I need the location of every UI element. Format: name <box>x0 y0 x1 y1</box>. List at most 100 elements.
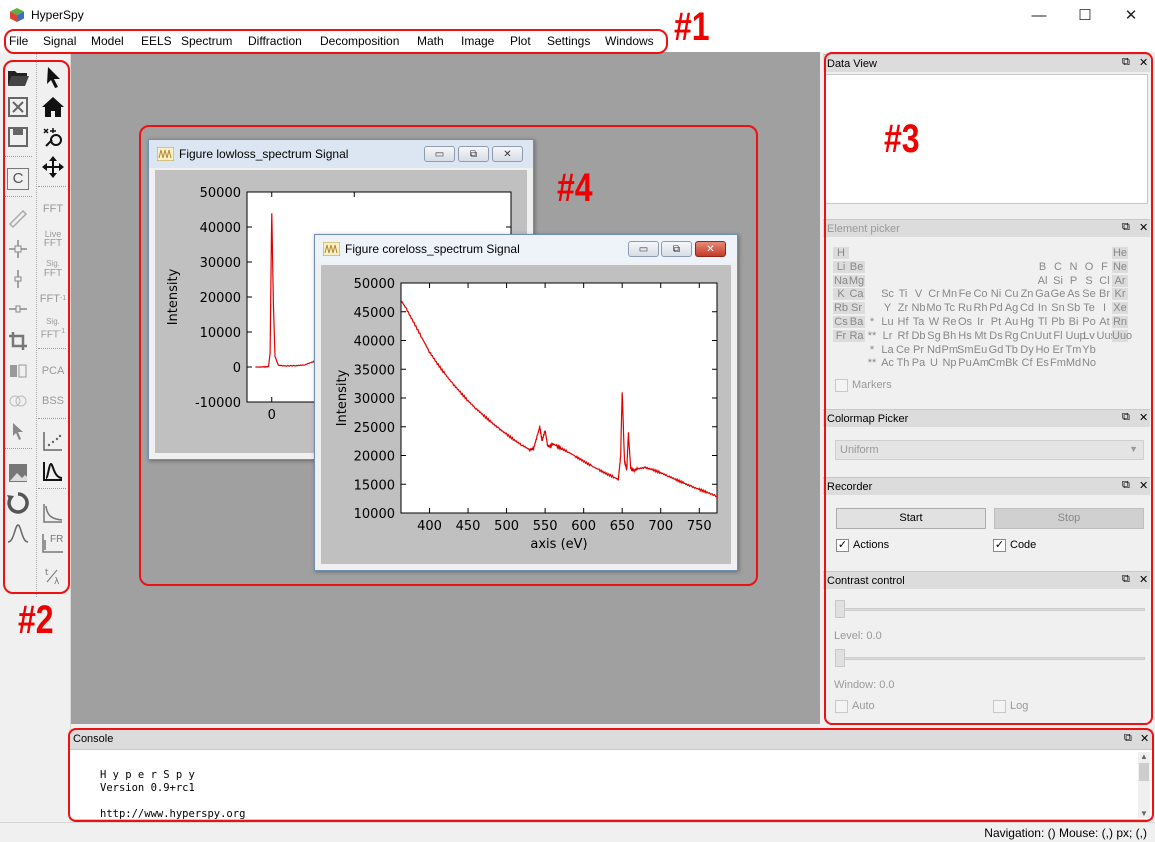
element-Hg[interactable]: Hg <box>1019 316 1035 328</box>
menu-math[interactable]: Math <box>417 34 444 48</box>
save-button[interactable] <box>5 124 31 150</box>
element-Am[interactable]: Am <box>973 357 990 369</box>
element-Ag[interactable]: Ag <box>1004 302 1020 314</box>
element-Ce[interactable]: Ce <box>895 344 911 356</box>
undock-icon[interactable]: ⧉ <box>1122 573 1130 586</box>
element-Sr[interactable]: Sr <box>848 302 865 315</box>
element-Pu[interactable]: Pu <box>957 357 973 369</box>
dock-close-icon[interactable]: ✕ <box>1139 221 1148 234</box>
element-Ta[interactable]: Ta <box>911 316 927 328</box>
level-slider-handle[interactable] <box>835 600 845 618</box>
coreloss-plot[interactable]: 50000 45000 40000 35000 30000 25000 20000 15000… <box>321 265 731 564</box>
element-Hs[interactable]: Hs <box>957 330 973 342</box>
menu-eels[interactable]: EELS <box>141 34 172 48</box>
signal-fft-button[interactable]: Sig. FFT <box>40 256 66 282</box>
undock-icon[interactable]: ⧉ <box>1122 221 1130 234</box>
auto-checkbox[interactable] <box>835 700 848 713</box>
element-Th[interactable]: Th <box>895 357 911 369</box>
element-Pd[interactable]: Pd <box>988 302 1004 314</box>
element-Ti[interactable]: Ti <box>895 288 911 300</box>
element-Mg[interactable]: Mg <box>848 274 865 287</box>
element-Fe[interactable]: Fe <box>957 288 973 300</box>
element-Rb[interactable]: Rb <box>833 302 849 315</box>
element-Ga[interactable]: Ga <box>1035 288 1051 300</box>
align-horizontal-button[interactable] <box>5 296 31 322</box>
element-Os[interactable]: Os <box>957 316 973 328</box>
element-Ds[interactable]: Ds <box>988 330 1004 342</box>
spectrum-plot-button[interactable] <box>40 458 66 484</box>
element-Xe[interactable]: Xe <box>1112 302 1128 315</box>
dock-close-icon[interactable]: ✕ <box>1139 479 1148 492</box>
element-Kr[interactable]: Kr <box>1112 288 1128 301</box>
element-Ra[interactable]: Ra <box>848 329 865 342</box>
element-Cl[interactable]: Cl <box>1097 275 1113 287</box>
element-Bh[interactable]: Bh <box>942 330 958 342</box>
window-slider-track[interactable] <box>835 657 1145 660</box>
element-B[interactable]: B <box>1035 261 1051 273</box>
fft-button[interactable]: FFT <box>40 196 66 222</box>
element-N[interactable]: N <box>1066 261 1082 273</box>
rotate-button[interactable] <box>5 490 31 516</box>
element-Sn[interactable]: Sn <box>1050 302 1066 314</box>
element-Sb[interactable]: Sb <box>1066 302 1082 314</box>
colormap-select[interactable]: Uniform ▼ <box>835 440 1144 460</box>
element-V[interactable]: V <box>911 288 927 300</box>
figure-restore-button[interactable]: ⧉ <box>661 241 692 257</box>
element-Cu[interactable]: Cu <box>1004 288 1020 300</box>
element-Gd[interactable]: Gd <box>988 344 1004 356</box>
element-Yb[interactable]: Yb <box>1081 344 1097 356</box>
close-file-button[interactable] <box>5 94 31 120</box>
element-Hf[interactable]: Hf <box>895 316 911 328</box>
element-Sg[interactable]: Sg <box>926 330 942 342</box>
element-Re[interactable]: Re <box>942 316 958 328</box>
element-Zn[interactable]: Zn <box>1019 288 1035 300</box>
undock-icon[interactable]: ⧉ <box>1122 411 1130 424</box>
dock-close-icon[interactable]: ✕ <box>1139 56 1148 69</box>
element-Cn[interactable]: Cn <box>1019 330 1035 342</box>
menu-signal[interactable]: Signal <box>43 34 76 48</box>
element-Ni[interactable]: Ni <box>988 288 1004 300</box>
element-Si[interactable]: Si <box>1050 275 1066 287</box>
element-O[interactable]: O <box>1081 261 1097 273</box>
element-Fl[interactable]: Fl <box>1050 330 1066 342</box>
element-C[interactable]: C <box>1050 261 1066 273</box>
background-fit-button[interactable] <box>40 500 66 526</box>
signal-ifft-button[interactable]: Sig. FFT-1 <box>40 316 66 342</box>
element-Er[interactable]: Er <box>1050 344 1066 356</box>
element-P[interactable]: P <box>1066 275 1082 287</box>
thickness-button[interactable]: tλ <box>40 562 66 588</box>
element-Rg[interactable]: Rg <box>1004 330 1020 342</box>
element-Tm[interactable]: Tm <box>1066 344 1082 356</box>
figure-minimize-button[interactable]: ▭ <box>424 146 455 162</box>
element-Lv[interactable]: Lv <box>1081 330 1097 342</box>
element-Eu[interactable]: Eu <box>973 344 989 356</box>
element-F[interactable]: F <box>1097 261 1113 273</box>
element-Ac[interactable]: Ac <box>880 357 896 369</box>
element-Uup[interactable]: Uup <box>1066 330 1086 342</box>
element-Al[interactable]: Al <box>1035 275 1051 287</box>
element-Co[interactable]: Co <box>973 288 989 300</box>
scatter-plot-button[interactable] <box>40 428 66 454</box>
element-Nd[interactable]: Nd <box>926 344 942 356</box>
element-At[interactable]: At <box>1097 316 1113 328</box>
element-He[interactable]: He <box>1112 247 1128 259</box>
select-tool-button[interactable] <box>40 64 66 90</box>
element-Pr[interactable]: Pr <box>911 344 927 356</box>
element-Y[interactable]: Y <box>880 302 896 314</box>
menu-plot[interactable]: Plot <box>510 34 531 48</box>
figure-restore-button[interactable]: ⧉ <box>458 146 489 162</box>
fourier-ratio-button[interactable]: FR <box>40 530 66 556</box>
element-Tb[interactable]: Tb <box>1004 344 1020 356</box>
element-Li[interactable]: Li <box>833 260 849 273</box>
element-Cd[interactable]: Cd <box>1019 302 1035 314</box>
combine-button[interactable] <box>5 388 31 414</box>
element-Mt[interactable]: Mt <box>973 330 989 342</box>
console-output[interactable]: H y p e r S p y Version 0.9+rc1 http://w… <box>69 749 1153 820</box>
record-start-button[interactable]: Start <box>836 508 986 529</box>
align-1d-button[interactable] <box>5 266 31 292</box>
dock-close-icon[interactable]: ✕ <box>1139 573 1148 586</box>
pick-button[interactable] <box>5 418 31 444</box>
element-Dy[interactable]: Dy <box>1019 344 1035 356</box>
code-checkbox[interactable]: ✓ <box>993 539 1006 552</box>
element-Pa[interactable]: Pa <box>911 357 927 369</box>
